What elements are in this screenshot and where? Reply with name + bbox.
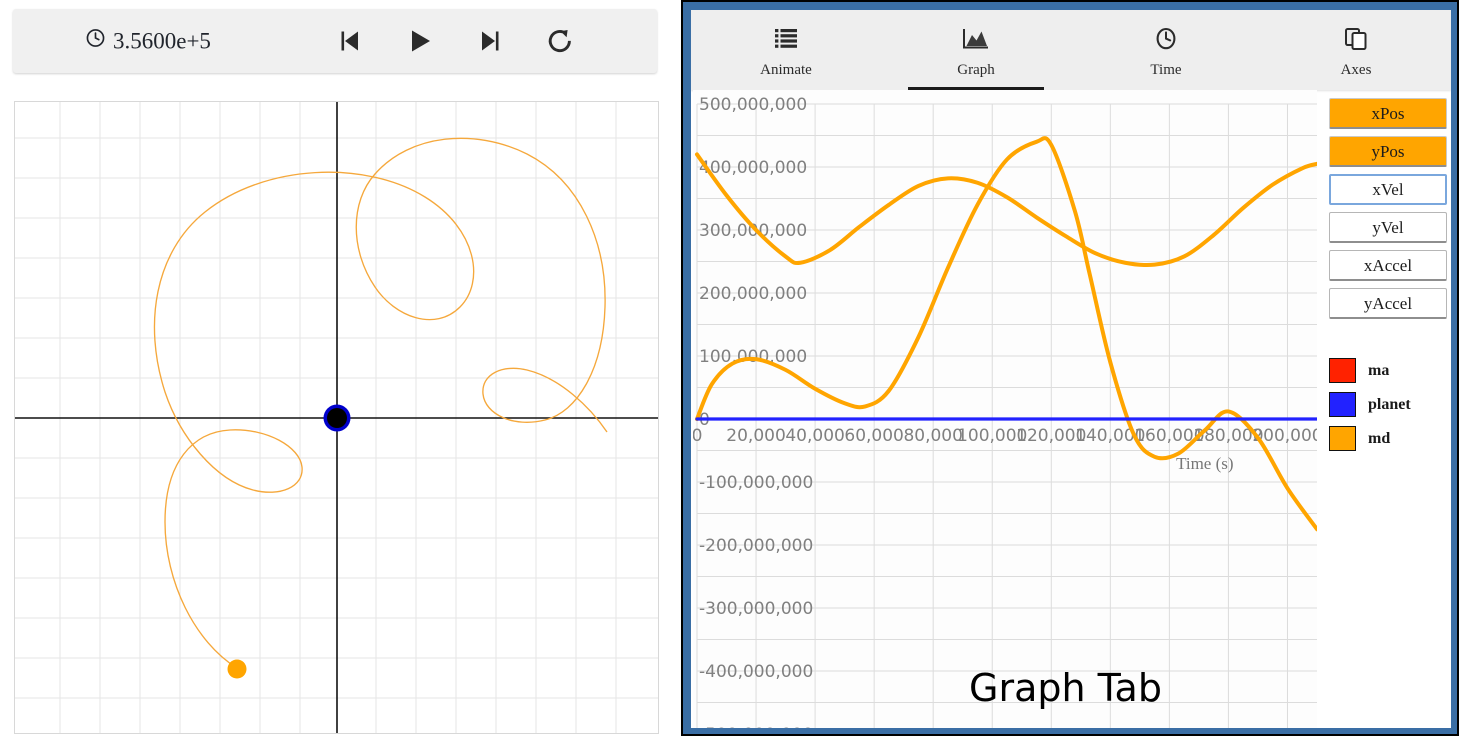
plot-area[interactable]: 500,000,000 400,000,000 300,000,000 200,000… bbox=[693, 90, 1317, 728]
reset-button[interactable] bbox=[543, 24, 577, 58]
tab-axes-label: Axes bbox=[1340, 62, 1372, 78]
var-button-yvel[interactable]: yVel bbox=[1329, 212, 1447, 243]
play-button[interactable] bbox=[403, 24, 437, 58]
x-tick-label: 80,000 bbox=[903, 426, 962, 446]
x-axis-title: Time (s) bbox=[1176, 454, 1233, 473]
y-tick-label: -200,000,000 bbox=[699, 536, 813, 556]
legend-swatch-planet bbox=[1329, 392, 1356, 417]
var-button-xpos[interactable]: xPos bbox=[1329, 98, 1447, 129]
clock-icon bbox=[1153, 22, 1179, 56]
x-tick-label: 40,000 bbox=[785, 426, 844, 446]
copy-layers-icon bbox=[1343, 22, 1369, 56]
legend: ma planet md bbox=[1329, 358, 1449, 460]
tab-animate[interactable]: Animate bbox=[691, 10, 881, 90]
graph-body: 500,000,000 400,000,000 300,000,000 200,000… bbox=[691, 90, 1451, 728]
step-forward-button[interactable] bbox=[473, 24, 507, 58]
var-button-xaccel[interactable]: xAccel bbox=[1329, 250, 1447, 281]
tab-time-label: Time bbox=[1150, 62, 1182, 78]
tab-animate-label: Animate bbox=[760, 62, 812, 78]
time-readout: 3.5600e+5 bbox=[85, 28, 211, 55]
x-tick-label: 60,000 bbox=[844, 426, 903, 446]
graph-panel-inner: Animate Graph Time Axes 500,000,000 400,… bbox=[691, 10, 1451, 728]
simulation-canvas[interactable] bbox=[14, 101, 659, 734]
legend-item-ma: ma bbox=[1329, 358, 1449, 383]
y-tick-label: -400,000,000 bbox=[699, 662, 813, 682]
y-tick-label: 400,000,000 bbox=[699, 158, 807, 178]
tab-graph[interactable]: Graph bbox=[881, 10, 1071, 90]
x-tick-label: 20,000 bbox=[726, 426, 785, 446]
legend-item-planet: planet bbox=[1329, 392, 1449, 417]
clock-icon bbox=[85, 28, 106, 55]
tab-bar: Animate Graph Time Axes bbox=[691, 10, 1451, 90]
y-tick-label: -300,000,000 bbox=[699, 599, 813, 619]
var-button-xvel[interactable]: xVel bbox=[1329, 174, 1447, 205]
simulation-panel: 3.5600e+5 bbox=[0, 0, 681, 736]
y-tick-label: -100,000,000 bbox=[699, 473, 813, 493]
var-button-yaccel[interactable]: yAccel bbox=[1329, 288, 1447, 319]
moving-body-md bbox=[227, 659, 247, 679]
x-tick-labels: 0 20,000 40,000 60,000 80,000100,000120,0001… bbox=[693, 426, 1317, 446]
planet-body bbox=[323, 404, 351, 432]
legend-label-md: md bbox=[1368, 429, 1391, 447]
y-tick-label: 200,000,000 bbox=[699, 284, 807, 304]
x-tick-label: 0 bbox=[693, 426, 702, 446]
graph-panel: Animate Graph Time Axes 500,000,000 400,… bbox=[683, 2, 1457, 734]
legend-label-ma: ma bbox=[1368, 361, 1390, 379]
tab-graph-label: Graph bbox=[957, 62, 995, 78]
tab-time[interactable]: Time bbox=[1071, 10, 1261, 90]
tab-axes[interactable]: Axes bbox=[1261, 10, 1451, 90]
legend-swatch-ma bbox=[1329, 358, 1356, 383]
variable-button-group: xPos yPos xVel yVel xAccel yAccel bbox=[1329, 98, 1447, 326]
list-icon bbox=[773, 22, 799, 56]
legend-item-md: md bbox=[1329, 426, 1449, 451]
rewind-to-start-button[interactable] bbox=[333, 24, 367, 58]
legend-swatch-md bbox=[1329, 426, 1356, 451]
legend-label-planet: planet bbox=[1368, 395, 1411, 413]
graph-tab-caption: Graph Tab bbox=[969, 666, 1162, 710]
var-button-ypos[interactable]: yPos bbox=[1329, 136, 1447, 167]
app-root: 3.5600e+5 Animate Graph Time Axes 500,00… bbox=[0, 0, 1459, 736]
area-chart-icon bbox=[962, 22, 990, 56]
y-tick-label: -500,000,000 bbox=[699, 725, 813, 728]
y-tick-label: 500,000,000 bbox=[699, 95, 807, 115]
transport-controls bbox=[333, 24, 577, 58]
simulation-toolbar: 3.5600e+5 bbox=[13, 9, 657, 73]
time-value: 3.5600e+5 bbox=[113, 28, 211, 53]
